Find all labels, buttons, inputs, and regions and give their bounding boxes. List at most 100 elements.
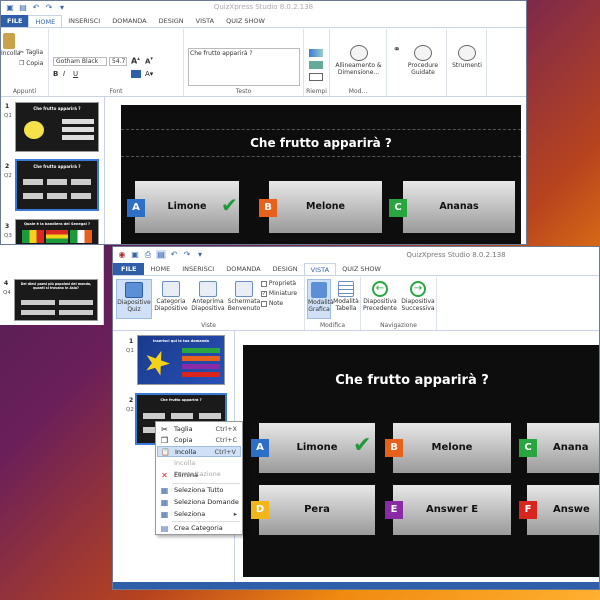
welcome-screen-button[interactable]: Schermata Benvenuto bbox=[226, 281, 262, 312]
arrow-right-icon: → bbox=[410, 281, 426, 297]
slide-thumbnail-1[interactable]: Che frutto apparirà ? bbox=[15, 102, 99, 152]
align-dimension-button[interactable]: Allineamento & Dimensione... bbox=[330, 45, 387, 76]
tab-domanda[interactable]: DOMANDA bbox=[106, 15, 152, 27]
group-label: Mod... bbox=[348, 88, 368, 95]
menu-item-cut[interactable]: ✂ Taglia Ctrl+X bbox=[157, 424, 241, 435]
customize-icon[interactable]: ▾ bbox=[195, 250, 205, 259]
answer-box-c[interactable]: Ananas bbox=[403, 181, 515, 233]
border-icon[interactable] bbox=[309, 73, 323, 81]
menu-item-copy[interactable]: ❐ Copia Ctrl+C bbox=[157, 435, 241, 446]
category-slides-button[interactable]: Categoria Diapositive bbox=[153, 281, 189, 312]
next-slide-button[interactable]: → Diapositiva Successiva bbox=[399, 281, 437, 312]
fill-icon[interactable] bbox=[309, 49, 323, 57]
slide-title[interactable]: Che frutto apparirà ? bbox=[121, 129, 521, 157]
slide-thumbnail-1[interactable]: Inserisci qui la tua domanda bbox=[137, 335, 225, 385]
flag-icon bbox=[22, 230, 44, 243]
answer-box-f[interactable]: Answe bbox=[527, 485, 599, 535]
tab-quiz-show[interactable]: QUIZ SHOW bbox=[220, 15, 271, 27]
tab-file[interactable]: FILE bbox=[1, 15, 29, 27]
status-bar bbox=[113, 582, 599, 589]
answer-box-b[interactable]: Melone bbox=[269, 181, 382, 233]
question-text-field[interactable]: Che frutto apparirà ? bbox=[188, 48, 300, 86]
redo-icon[interactable]: ↷ bbox=[182, 250, 192, 259]
notes-checkbox[interactable]: Note bbox=[261, 300, 283, 307]
copy-button[interactable]: ❐ Copia bbox=[19, 60, 43, 67]
tools-button[interactable]: Strumenti bbox=[447, 45, 487, 69]
answer-letter-e: E bbox=[385, 501, 403, 519]
menu-item-paste[interactable]: 📋 Incolla Ctrl+V bbox=[157, 446, 241, 457]
italic-button[interactable]: I bbox=[63, 70, 65, 78]
tab-vista[interactable]: VISTA bbox=[303, 263, 337, 275]
context-menu: ✂ Taglia Ctrl+X ❐ Copia Ctrl+C 📋 Incolla Ctrl+… bbox=[155, 421, 243, 535]
slide-canvas[interactable]: Che frutto apparirà ? Limone A ✔ Melone … bbox=[243, 345, 599, 577]
font-name-select[interactable]: Gotham Black bbox=[53, 57, 107, 66]
tab-design[interactable]: DESIGN bbox=[267, 263, 304, 275]
tab-home[interactable]: HOME bbox=[144, 263, 176, 275]
font-size-select[interactable]: 54.7 bbox=[109, 57, 127, 66]
delete-icon: ✕ bbox=[161, 471, 168, 480]
print-icon[interactable]: ⎙ bbox=[143, 250, 153, 259]
view-icon[interactable]: ▤ bbox=[156, 250, 166, 259]
answer-box-e[interactable]: Answer E bbox=[393, 485, 511, 535]
paste-icon bbox=[3, 33, 15, 49]
slide-q-label: Q1 bbox=[4, 113, 12, 119]
menu-item-create-category[interactable]: ▤ Crea Categoria bbox=[157, 523, 241, 534]
paste-icon: 📋 bbox=[161, 448, 170, 456]
tab-file[interactable]: FILE bbox=[113, 263, 145, 275]
answer-letter-b: B bbox=[259, 199, 277, 217]
previous-slide-button[interactable]: ← Diapositiva Precedente bbox=[361, 281, 399, 312]
underline-button[interactable]: U bbox=[73, 70, 78, 78]
slide-preview-button[interactable]: Anteprima Diapositiva bbox=[189, 281, 227, 312]
slide-number: 1 bbox=[5, 103, 10, 110]
tab-vista[interactable]: VISTA bbox=[190, 15, 220, 27]
tab-home[interactable]: HOME bbox=[28, 15, 63, 27]
group-navigation: ← Diapositiva Precedente → Diapositiva S… bbox=[361, 277, 437, 330]
graphic-mode-button[interactable]: Modalità Grafica bbox=[307, 279, 334, 319]
menu-item-select[interactable]: ▦ Seleziona ▸ bbox=[157, 509, 241, 520]
bold-button[interactable]: B bbox=[53, 70, 58, 78]
save-icon[interactable]: ▣ bbox=[130, 250, 140, 259]
correct-check-icon: ✔ bbox=[353, 433, 372, 458]
quiz-slides-view-button[interactable]: Diapositive Quiz bbox=[116, 279, 152, 319]
menu-item-select-all[interactable]: ▦ Seleziona Tutto bbox=[157, 485, 241, 496]
select-all-icon: ▦ bbox=[160, 486, 169, 495]
ribbon-tabs: FILE HOME INSERISCI DOMANDA DESIGN VISTA… bbox=[1, 15, 526, 28]
slide-title[interactable]: Che frutto apparirà ? bbox=[243, 373, 599, 388]
font-shrink-icon[interactable]: A▾ bbox=[145, 56, 153, 65]
download-icon bbox=[349, 45, 368, 61]
slide-q-label: Q1 bbox=[126, 348, 134, 354]
font-grow-icon[interactable]: A▴ bbox=[131, 56, 140, 66]
highlight-color-swatch[interactable] bbox=[131, 70, 141, 78]
tab-inserisci[interactable]: INSERISCI bbox=[62, 15, 106, 27]
thumbnails-checkbox[interactable]: ✓ Miniature bbox=[261, 290, 297, 297]
flag-icon bbox=[70, 230, 92, 243]
group-modify: Modalità Grafica Modalità Tabella Modifi… bbox=[305, 277, 361, 330]
back-thumbnails-extension: 4 Q4 Dei dieci paesi più popolosi del mo… bbox=[0, 245, 104, 325]
table-mode-button[interactable]: Modalità Tabella bbox=[333, 281, 359, 312]
group-procedures: ⚭ Procedure Guidate bbox=[387, 29, 447, 96]
slide-thumbnail-2[interactable]: Che frutto apparirà ? bbox=[15, 159, 99, 211]
tab-design[interactable]: DESIGN bbox=[153, 15, 190, 27]
answer-box-c[interactable]: Anana bbox=[527, 423, 599, 473]
slide-number: 2 bbox=[129, 397, 134, 404]
tab-quiz-show[interactable]: QUIZ SHOW bbox=[336, 263, 387, 275]
answer-box-d[interactable]: Pera bbox=[259, 485, 375, 535]
gradient-icon[interactable] bbox=[309, 61, 323, 69]
slide-thumbnail-4[interactable]: Dei dieci paesi più popolosi del mondo, … bbox=[14, 279, 98, 321]
font-color-button[interactable]: A▾ bbox=[145, 70, 153, 78]
slide-canvas[interactable]: Che frutto apparirà ? Limone A ✔ Melone … bbox=[121, 105, 521, 244]
paste-button[interactable]: Incolla bbox=[1, 33, 21, 57]
group-views: Diapositive Quiz Categoria Diapositive A… bbox=[113, 277, 305, 330]
binoculars-icon[interactable]: ⚭ bbox=[393, 45, 401, 55]
properties-checkbox[interactable]: Proprietà bbox=[261, 280, 296, 287]
menu-item-select-questions[interactable]: ▦ Seleziona Domande bbox=[157, 497, 241, 508]
arrow-left-icon: ← bbox=[372, 281, 388, 297]
menu-item-delete[interactable]: ✕ Elimina bbox=[157, 470, 241, 481]
procedures-button[interactable]: Procedure Guidate bbox=[401, 45, 445, 76]
tab-domanda[interactable]: DOMANDA bbox=[220, 263, 266, 275]
slide-thumbnail-3[interactable]: Quale è la bandiera del Senegal ? bbox=[15, 219, 99, 244]
undo-icon[interactable]: ↶ bbox=[169, 250, 179, 259]
tab-inserisci[interactable]: INSERISCI bbox=[176, 263, 220, 275]
answer-box-b[interactable]: Melone bbox=[393, 423, 511, 473]
cut-button[interactable]: ✂ Taglia bbox=[19, 49, 43, 56]
